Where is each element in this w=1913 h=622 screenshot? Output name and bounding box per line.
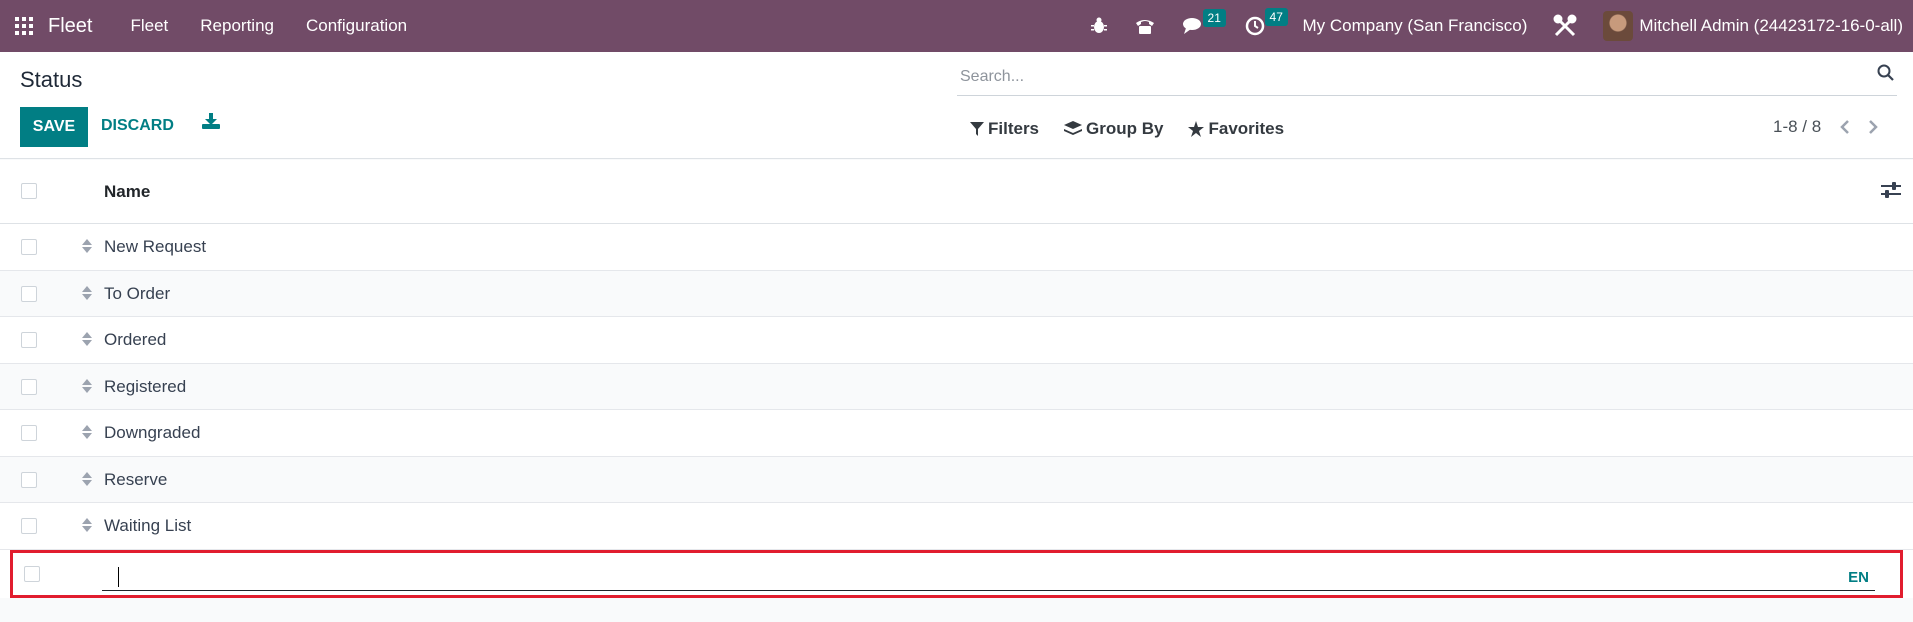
drag-handle-icon[interactable] bbox=[82, 424, 92, 445]
discard-button[interactable]: DISCARD bbox=[101, 117, 174, 135]
pager: 1-8 / 8 bbox=[1773, 117, 1879, 137]
systray: 21 47 My Company (San Francisco) Mitchel… bbox=[1077, 0, 1913, 52]
row-name: To Order bbox=[104, 283, 171, 303]
row-name: Downgraded bbox=[104, 423, 201, 442]
row-checkbox[interactable] bbox=[21, 518, 37, 534]
drag-handle-icon[interactable] bbox=[82, 471, 92, 492]
table-body: New Request To Order Ordered Registered … bbox=[0, 224, 1913, 550]
phone-icon[interactable] bbox=[1135, 17, 1155, 35]
bug-icon[interactable] bbox=[1090, 17, 1107, 35]
row-name: Reserve bbox=[104, 469, 168, 489]
select-all-checkbox[interactable] bbox=[21, 183, 37, 199]
row-name: Ordered bbox=[104, 330, 167, 349]
top-navbar: Fleet Fleet Reporting Configuration 21 4… bbox=[0, 0, 1913, 52]
drag-handle-icon[interactable] bbox=[82, 378, 92, 399]
favorites-dropdown[interactable]: Favorites bbox=[1188, 119, 1284, 139]
drag-handle-icon[interactable] bbox=[82, 285, 92, 306]
row-checkbox[interactable] bbox=[21, 332, 37, 348]
row-name: New Request bbox=[104, 237, 207, 256]
activity-clock-icon[interactable]: 47 bbox=[1245, 8, 1288, 36]
search-input[interactable]: Search... bbox=[960, 68, 1024, 86]
group-by-dropdown[interactable]: Group By bbox=[1064, 119, 1163, 139]
new-record-row[interactable]: EN bbox=[10, 549, 1903, 598]
row-checkbox[interactable] bbox=[21, 471, 37, 488]
row-name: Registered bbox=[104, 376, 187, 396]
row-name: Waiting List bbox=[104, 516, 192, 535]
table-row[interactable]: New Request bbox=[0, 224, 1913, 271]
group-by-label: Group By bbox=[1086, 119, 1164, 138]
chat-count-badge: 21 bbox=[1202, 9, 1226, 27]
user-avatar[interactable] bbox=[1603, 11, 1634, 41]
drag-handle-icon[interactable] bbox=[82, 331, 92, 352]
row-checkbox[interactable] bbox=[21, 378, 37, 395]
search-icon[interactable] bbox=[1877, 64, 1895, 87]
company-switcher[interactable]: My Company (San Francisco) bbox=[1303, 16, 1528, 36]
save-button[interactable]: SAVE bbox=[20, 107, 88, 147]
menu-reporting[interactable]: Reporting bbox=[200, 16, 274, 36]
download-icon[interactable] bbox=[202, 113, 220, 134]
table-header: Name bbox=[0, 160, 1913, 224]
table-row[interactable]: To Order bbox=[0, 270, 1913, 317]
star-icon bbox=[1188, 121, 1205, 137]
drag-handle-icon[interactable] bbox=[82, 238, 92, 259]
row-checkbox[interactable] bbox=[21, 239, 37, 255]
text-caret bbox=[118, 566, 119, 587]
language-button[interactable]: EN bbox=[1848, 569, 1869, 586]
table-row[interactable]: Registered bbox=[0, 363, 1913, 410]
search-bar[interactable]: Search... bbox=[957, 60, 1897, 96]
page-title: Status bbox=[20, 67, 83, 92]
layers-icon bbox=[1064, 121, 1083, 135]
name-field[interactable]: EN bbox=[102, 561, 1875, 591]
row-checkbox[interactable] bbox=[21, 425, 37, 441]
column-header-name[interactable]: Name bbox=[104, 182, 150, 202]
table-row[interactable]: Downgraded bbox=[0, 410, 1913, 457]
table-row[interactable]: Ordered bbox=[0, 317, 1913, 364]
table-row[interactable]: Waiting List bbox=[0, 503, 1913, 550]
tools-icon[interactable] bbox=[1553, 14, 1577, 38]
apps-menu-icon[interactable] bbox=[0, 0, 48, 52]
chevron-left-icon[interactable] bbox=[1839, 119, 1851, 135]
menu-configuration[interactable]: Configuration bbox=[306, 16, 407, 36]
filters-dropdown[interactable]: Filters bbox=[970, 119, 1039, 139]
table-row[interactable]: Reserve bbox=[0, 456, 1913, 503]
drag-handle-icon[interactable] bbox=[82, 517, 92, 538]
pager-value[interactable]: 1-8 / 8 bbox=[1773, 117, 1821, 137]
list-view: Name New Request To Order Ordered Regist… bbox=[0, 160, 1913, 598]
menu-fleet[interactable]: Fleet bbox=[130, 16, 168, 36]
favorites-label: Favorites bbox=[1208, 119, 1285, 138]
filter-icon bbox=[970, 122, 984, 136]
search-options: Filters Group By Favorites bbox=[970, 119, 1309, 139]
chevron-right-icon[interactable] bbox=[1867, 119, 1879, 135]
app-brand[interactable]: Fleet bbox=[48, 15, 92, 38]
row-checkbox[interactable] bbox=[21, 285, 37, 302]
chat-icon[interactable]: 21 bbox=[1182, 9, 1226, 35]
activity-count-badge: 47 bbox=[1264, 8, 1288, 26]
optional-columns-icon[interactable] bbox=[1881, 182, 1901, 203]
user-menu[interactable]: Mitchell Admin (24423172-16-0-all) bbox=[1639, 16, 1903, 36]
row-checkbox[interactable] bbox=[24, 565, 40, 582]
filters-label: Filters bbox=[988, 119, 1040, 138]
control-panel: Status SAVE DISCARD Search... Filters Gr… bbox=[0, 52, 1913, 159]
